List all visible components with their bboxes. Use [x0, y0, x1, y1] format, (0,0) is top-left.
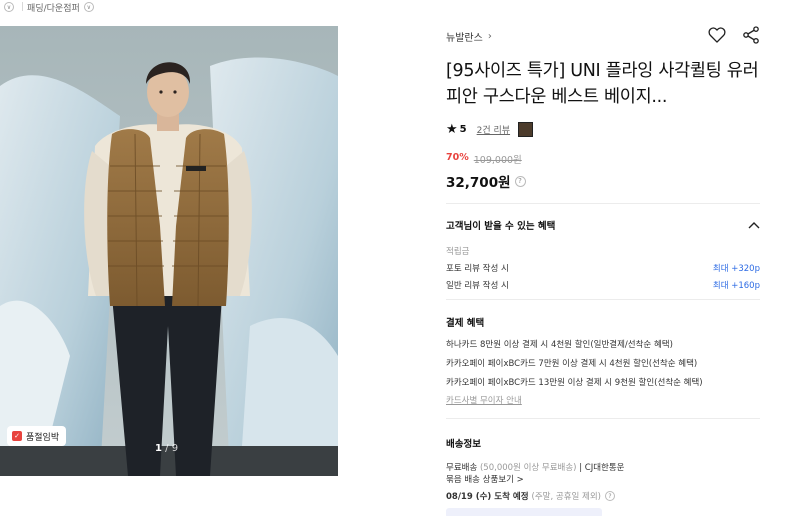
star-icon: ★ [446, 122, 458, 137]
points-row-label: 일반 리뷰 작성 시 [446, 281, 509, 291]
price-value: 32,700원 [446, 175, 511, 191]
pager-total: 9 [171, 443, 179, 454]
action-icons [707, 25, 761, 45]
low-stock-badge: ✓ 품절임박 [7, 426, 67, 446]
points-label: 적립금 [446, 247, 470, 257]
benefit-toggle[interactable]: 고객님이 받을 수 있는 혜택 [446, 218, 760, 232]
delivery-date: 08/19 (수) 도착 예정 (주말, 공휴일 제외) ? [446, 490, 615, 502]
review-count-link[interactable]: 2건 리뷰 [477, 123, 510, 136]
delivery-date-value: 08/19 (수) 도착 예정 [446, 492, 529, 502]
product-title: [95사이즈 특가] UNI 플라잉 사각퀼팅 유러피안 구스다운 베스트 베이… [446, 61, 759, 107]
rating-row: ★ 5 2건 리뷰 [446, 122, 534, 137]
payment-benefit-line: 카카오페이 페이xBC카드 13만원 이상 결제 시 9천원 할인(선착순 혜택… [446, 378, 703, 388]
discount-row: 70% 109,000원 [446, 152, 522, 166]
discount-rate: 70% [446, 152, 469, 163]
alert-icon: ✓ [12, 431, 22, 441]
chevron-up-icon[interactable] [748, 221, 760, 229]
shipping-condition: (50,000원 이상 무료배송) [479, 463, 577, 473]
delivery-date-note: (주말, 공휴일 제외) [531, 492, 601, 502]
shipping-carrier: | CJ대한통운 [579, 463, 625, 473]
share-icon[interactable] [741, 25, 761, 45]
chevron-down-icon[interactable]: ∨ [83, 2, 94, 12]
review-thumbnail[interactable] [518, 122, 534, 137]
shipping-title: 배송정보 [446, 439, 481, 450]
points-row-value: 최대 +160p [712, 281, 760, 291]
installment-info-link[interactable]: 카드사별 무이자 안내 [446, 394, 522, 406]
benefit-header: 고객님이 받을 수 있는 혜택 [446, 221, 556, 232]
brand-name: 뉴발란스 [446, 33, 483, 44]
payment-benefit-line: 카카오페이 페이xBC카드 7만원 이상 결제 시 4천원 할인(선착순 혜택) [446, 359, 698, 369]
payment-benefit-title: 결제 혜택 [446, 318, 485, 329]
info-banner [446, 508, 602, 516]
question-icon[interactable]: ? [605, 491, 615, 501]
divider [446, 203, 760, 204]
points-row: 일반 리뷰 작성 시 최대 +160p [446, 279, 760, 291]
image-pager: 1 / 9 [155, 443, 178, 454]
divider [446, 299, 760, 300]
brand-link[interactable]: 뉴발란스 › [446, 29, 492, 44]
payment-benefit-line: 하나카드 8만원 이상 결제 시 4천원 할인(일반결제/선착순 혜택) [446, 340, 673, 350]
chevron-down-icon[interactable]: ∨ [4, 2, 14, 12]
bundle-shipping-link[interactable]: 묶음 배송 상품보기 > [446, 473, 524, 485]
pager-separator: / [165, 443, 169, 454]
breadcrumb: ∨ | 패딩/다운점퍼 ∨ [0, 0, 98, 14]
rating-score: 5 [459, 124, 467, 135]
shipping-method: 무료배송 (50,000원 이상 무료배송) | CJ대한통운 [446, 461, 625, 473]
question-icon[interactable]: ? [514, 175, 526, 187]
breadcrumb-category[interactable]: 패딩/다운점퍼 [27, 1, 80, 14]
divider [446, 418, 760, 419]
chevron-right-icon: › [487, 31, 492, 42]
points-row: 포토 리뷰 작성 시 최대 +320p [446, 262, 760, 274]
shipping-type: 무료배송 [446, 463, 478, 473]
pager-current: 1 [155, 443, 162, 454]
low-stock-label: 품절임박 [26, 432, 60, 443]
product-image[interactable] [0, 26, 338, 476]
points-row-value: 최대 +320p [712, 264, 760, 274]
breadcrumb-separator: | [21, 2, 25, 12]
sale-price: 32,700원 ? [446, 171, 526, 191]
heart-icon[interactable] [707, 25, 727, 45]
points-row-label: 포토 리뷰 작성 시 [446, 264, 509, 274]
original-price: 109,000원 [473, 155, 522, 166]
